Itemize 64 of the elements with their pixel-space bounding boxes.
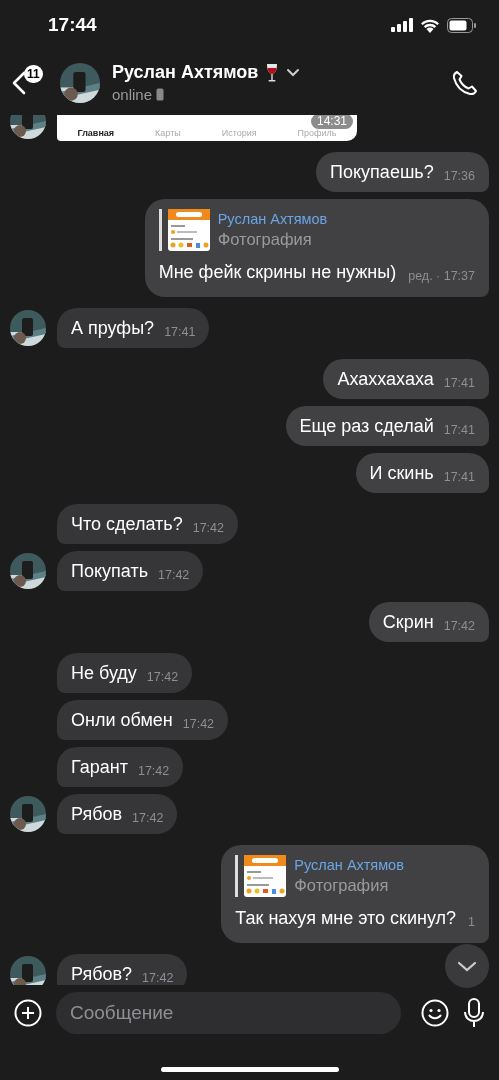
chevron-down-icon [457, 960, 477, 972]
back-chevron-icon [12, 70, 26, 95]
quoted-author: Руслан Ахтямов [217, 211, 328, 227]
call-icon[interactable] [451, 68, 479, 97]
message-time: 1 [468, 915, 475, 929]
message-time: 17:42 [158, 568, 190, 582]
message-text: И скинь [369, 462, 434, 484]
screenshot-image[interactable]: Главная Карты История Профиль 14:31 [57, 115, 357, 141]
message-time: 17:42 [137, 764, 170, 778]
message-text: Не буду [71, 662, 137, 684]
message-text: Скрин [382, 611, 434, 633]
message-time: 17:42 [132, 811, 164, 825]
wifi-icon [420, 17, 440, 33]
message-text: А пруфы? [71, 317, 155, 339]
back-button[interactable]: 11 [12, 62, 48, 103]
screenshot-thumbnail [167, 209, 210, 251]
message-time: 17:41 [164, 325, 196, 339]
message-time: 17:42 [443, 619, 475, 633]
quoted-type: Фотография [294, 876, 390, 895]
message-text: Онли обмен [71, 709, 173, 731]
message-text: Гарант [71, 756, 128, 778]
message-text: Рябов [71, 803, 123, 825]
microphone-icon[interactable] [463, 997, 485, 1028]
message-text: Покупаешь? [330, 161, 434, 183]
screenshot-thumbnail [244, 855, 287, 897]
online-status: online [112, 86, 153, 103]
photo-time: 14:31 [310, 115, 353, 129]
message-text: Рябов? [71, 963, 133, 985]
message-time: 17:42 [182, 717, 215, 731]
unread-count-badge: 11 [24, 64, 43, 83]
tab-label: Профиль [297, 128, 337, 138]
message-time: ред. · 17:37 [408, 269, 475, 283]
avatar [60, 62, 100, 103]
quoted-photo[interactable]: Руслан Ахтямов Фотография [158, 209, 475, 251]
message-time: 17:41 [443, 470, 475, 484]
message-text: Ахаххахаха [337, 368, 434, 390]
wine-glass-icon [266, 62, 279, 83]
clock-time: 17:44 [48, 14, 97, 36]
phone-device-icon [156, 88, 165, 101]
quoted-type: Фотография [217, 230, 313, 249]
message-time: 17:42 [192, 521, 224, 535]
tab-label: Главная [77, 128, 115, 138]
message-time: 17:42 [146, 670, 179, 684]
message-text: Мне фейк скрины не нужны) [158, 261, 397, 283]
message-time: 17:42 [142, 971, 174, 985]
tab-label: Карты [155, 128, 181, 138]
scroll-down-button[interactable] [445, 944, 489, 988]
quoted-author: Руслан Ахтямов [294, 857, 404, 873]
message-input[interactable]: Сообщение [56, 991, 401, 1034]
message-text: Что сделать? [71, 513, 183, 535]
chevron-down-icon[interactable] [286, 68, 301, 77]
message-time: 17:41 [443, 376, 475, 390]
quoted-photo[interactable]: Руслан Ахтямов Фотография [235, 855, 475, 897]
message-text: Так нахуя мне это скинул? [235, 907, 457, 929]
emoji-icon[interactable] [421, 998, 449, 1027]
add-icon[interactable] [14, 998, 42, 1027]
message-text: Покупать [71, 560, 148, 582]
message-text: Еще раз сделай [299, 415, 434, 437]
message-time: 17:36 [443, 169, 475, 183]
message-time: 17:41 [443, 423, 475, 437]
contact-name[interactable]: Руслан Ахтямов [112, 62, 259, 83]
signal-icon [391, 18, 413, 32]
battery-icon [447, 17, 477, 33]
tab-label: История [221, 128, 257, 138]
